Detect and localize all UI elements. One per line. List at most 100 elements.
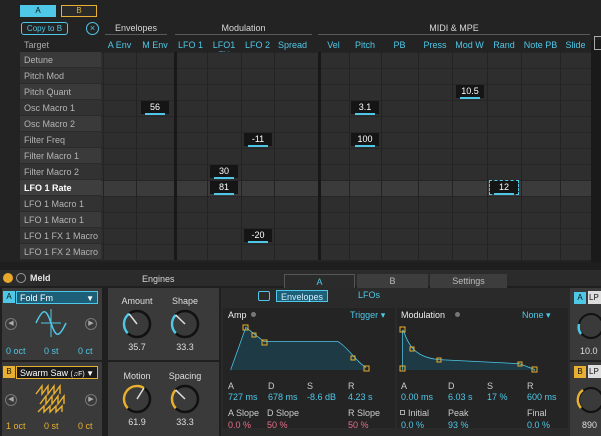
matrix-grid[interactable]: 10.5 56 3.1 -11 100 30 81 12 -20 xyxy=(101,52,591,260)
envelopes-tab[interactable]: Envelopes xyxy=(276,290,329,302)
lfos-tab[interactable]: LFOs xyxy=(358,290,380,300)
row-label[interactable]: Osc Macro 2 xyxy=(20,116,101,132)
device-fold-icon[interactable] xyxy=(16,273,26,283)
row-label[interactable]: LFO 1 Rate xyxy=(20,180,101,196)
amp-slope-value[interactable]: 0.0 % xyxy=(228,420,251,430)
mod-amount-cell[interactable]: 30 xyxy=(210,165,238,179)
macro-knob[interactable] xyxy=(168,307,202,341)
row-label[interactable]: Pitch Mod xyxy=(20,68,101,84)
amp-param-value[interactable]: 4.23 s xyxy=(348,392,373,402)
engine-b-type-select[interactable]: Swarm Saw (♫F) ▼ xyxy=(16,366,98,379)
mod-param-label: S xyxy=(487,381,494,391)
copy-to-b-button[interactable]: Copy to B xyxy=(21,22,68,35)
tab-b-button[interactable]: B xyxy=(61,5,97,17)
row-label[interactable]: Filter Macro 1 xyxy=(20,148,101,164)
mod-amount-cell[interactable]: 81 xyxy=(210,181,238,195)
mod-amount-cell[interactable]: 100 xyxy=(351,133,379,147)
column-header: A Env xyxy=(107,40,132,50)
close-icon[interactable]: × xyxy=(86,22,99,35)
knob-value: 33.3 xyxy=(176,417,194,427)
mod-param-value[interactable]: 6.03 s xyxy=(448,392,473,402)
amp-slope-value[interactable]: 50 % xyxy=(348,420,369,430)
modulation-title: Modulation xyxy=(401,310,446,320)
row-label[interactable]: LFO 1 Macro 1 xyxy=(20,196,101,212)
macro-knob[interactable] xyxy=(120,307,154,341)
mod-amount-cell[interactable]: -20 xyxy=(244,229,272,243)
engine-a-type-select[interactable]: Fold Fm ▼ xyxy=(16,291,98,304)
column-header: PB xyxy=(393,40,406,50)
row-label[interactable]: Filter Freq xyxy=(20,132,101,148)
matrix-scrollbar[interactable] xyxy=(591,40,601,262)
grid-col-line xyxy=(560,52,561,260)
amp-param-label: S xyxy=(307,381,314,391)
amp-param-value[interactable]: 727 ms xyxy=(228,392,258,402)
mod-param-value[interactable]: 0.00 ms xyxy=(401,392,433,402)
device-tab-settings[interactable]: Settings xyxy=(430,274,507,288)
engine-b-type-suffix: (♫F) xyxy=(70,371,85,378)
group-envelopes: Envelopes xyxy=(114,23,158,33)
knob-value: 35.7 xyxy=(128,342,146,352)
amp-slope-value[interactable]: 50 % xyxy=(267,420,288,430)
mod-mode-label: None xyxy=(522,310,544,320)
macro-knob[interactable] xyxy=(120,382,154,416)
mod-amount-cell[interactable]: 3.1 xyxy=(351,101,379,115)
engine-b-oct[interactable]: 1 oct xyxy=(6,421,26,431)
mod-extra-label: Initial xyxy=(408,408,430,418)
engine-b-ct[interactable]: 0 ct xyxy=(78,421,93,431)
next-arrow-icon[interactable]: ▶ xyxy=(85,394,97,406)
row-label[interactable]: Pitch Quant xyxy=(20,84,101,100)
group-divider xyxy=(318,34,590,35)
macro-knob[interactable] xyxy=(168,382,202,416)
mod-amount-cell[interactable]: 56 xyxy=(141,101,169,115)
amp-param-label: D xyxy=(268,381,275,391)
filter-b-type[interactable]: LP xyxy=(588,365,601,378)
row-label[interactable]: LFO 1 FX 1 Macro xyxy=(20,228,101,244)
device-tab-b[interactable]: B xyxy=(357,274,428,288)
next-arrow-icon[interactable]: ▶ xyxy=(85,318,97,330)
prev-arrow-icon[interactable]: ◀ xyxy=(5,318,17,330)
chevron-down-icon: ▾ xyxy=(546,310,551,320)
row-label[interactable]: LFO 1 FX 2 Macro xyxy=(20,244,101,260)
grid-col-line xyxy=(136,52,137,260)
amp-mode-label: Trigger xyxy=(350,310,379,320)
amp-title: Amp xyxy=(228,310,247,320)
prev-arrow-icon[interactable]: ◀ xyxy=(5,394,17,406)
engine-a-ct[interactable]: 0 ct xyxy=(78,346,93,356)
env-toggle-icon[interactable] xyxy=(258,291,270,301)
device-tab-a[interactable]: A xyxy=(284,274,355,288)
mod-param-value[interactable]: 600 ms xyxy=(527,392,557,402)
mod-extra-value[interactable]: 93 % xyxy=(448,420,469,430)
mod-amount-cell[interactable]: 10.5 xyxy=(456,85,484,99)
row-label[interactable]: Filter Macro 2 xyxy=(20,164,101,180)
amp-slope-label: D Slope xyxy=(267,408,300,418)
mod-extra-value[interactable]: 0.0 % xyxy=(401,420,424,430)
amp-mode-select[interactable]: Trigger ▾ xyxy=(350,310,385,321)
engine-a-st[interactable]: 0 st xyxy=(44,346,59,356)
row-label[interactable]: Detune xyxy=(20,52,101,68)
filter-b-knob[interactable] xyxy=(571,384,601,418)
modulation-envelope-graph[interactable] xyxy=(399,322,565,374)
engine-b-st[interactable]: 0 st xyxy=(44,421,59,431)
amp-param-value[interactable]: 678 ms xyxy=(268,392,298,402)
initial-checkbox-icon[interactable] xyxy=(400,410,405,415)
row-label[interactable]: Osc Macro 1 xyxy=(20,100,101,116)
amp-param-value[interactable]: -8.6 dB xyxy=(307,392,336,402)
mod-amount-cell[interactable]: 12 xyxy=(489,180,519,195)
grid-col-line xyxy=(174,52,177,260)
column-header: Pitch xyxy=(354,40,375,50)
mod-mode-select[interactable]: None ▾ xyxy=(522,310,551,321)
mod-amount-cell[interactable]: -11 xyxy=(244,133,272,147)
engine-b-badge: B xyxy=(3,366,15,378)
knob-label: Spacing xyxy=(168,371,202,381)
mod-param-value[interactable]: 17 % xyxy=(487,392,508,402)
mod-extra-value[interactable]: 0.0 % xyxy=(527,420,550,430)
tab-a-button[interactable]: A xyxy=(20,5,56,17)
row-label[interactable]: LFO 1 Macro 1 xyxy=(20,212,101,228)
filter-a-knob[interactable] xyxy=(571,310,601,344)
filter-a-type[interactable]: LP xyxy=(588,291,601,304)
device-power-icon[interactable] xyxy=(3,273,13,283)
mod-param-label: A xyxy=(401,381,408,391)
grid-col-line xyxy=(349,52,350,260)
engine-a-oct[interactable]: 0 oct xyxy=(6,346,26,356)
amp-envelope-graph[interactable] xyxy=(226,322,392,374)
